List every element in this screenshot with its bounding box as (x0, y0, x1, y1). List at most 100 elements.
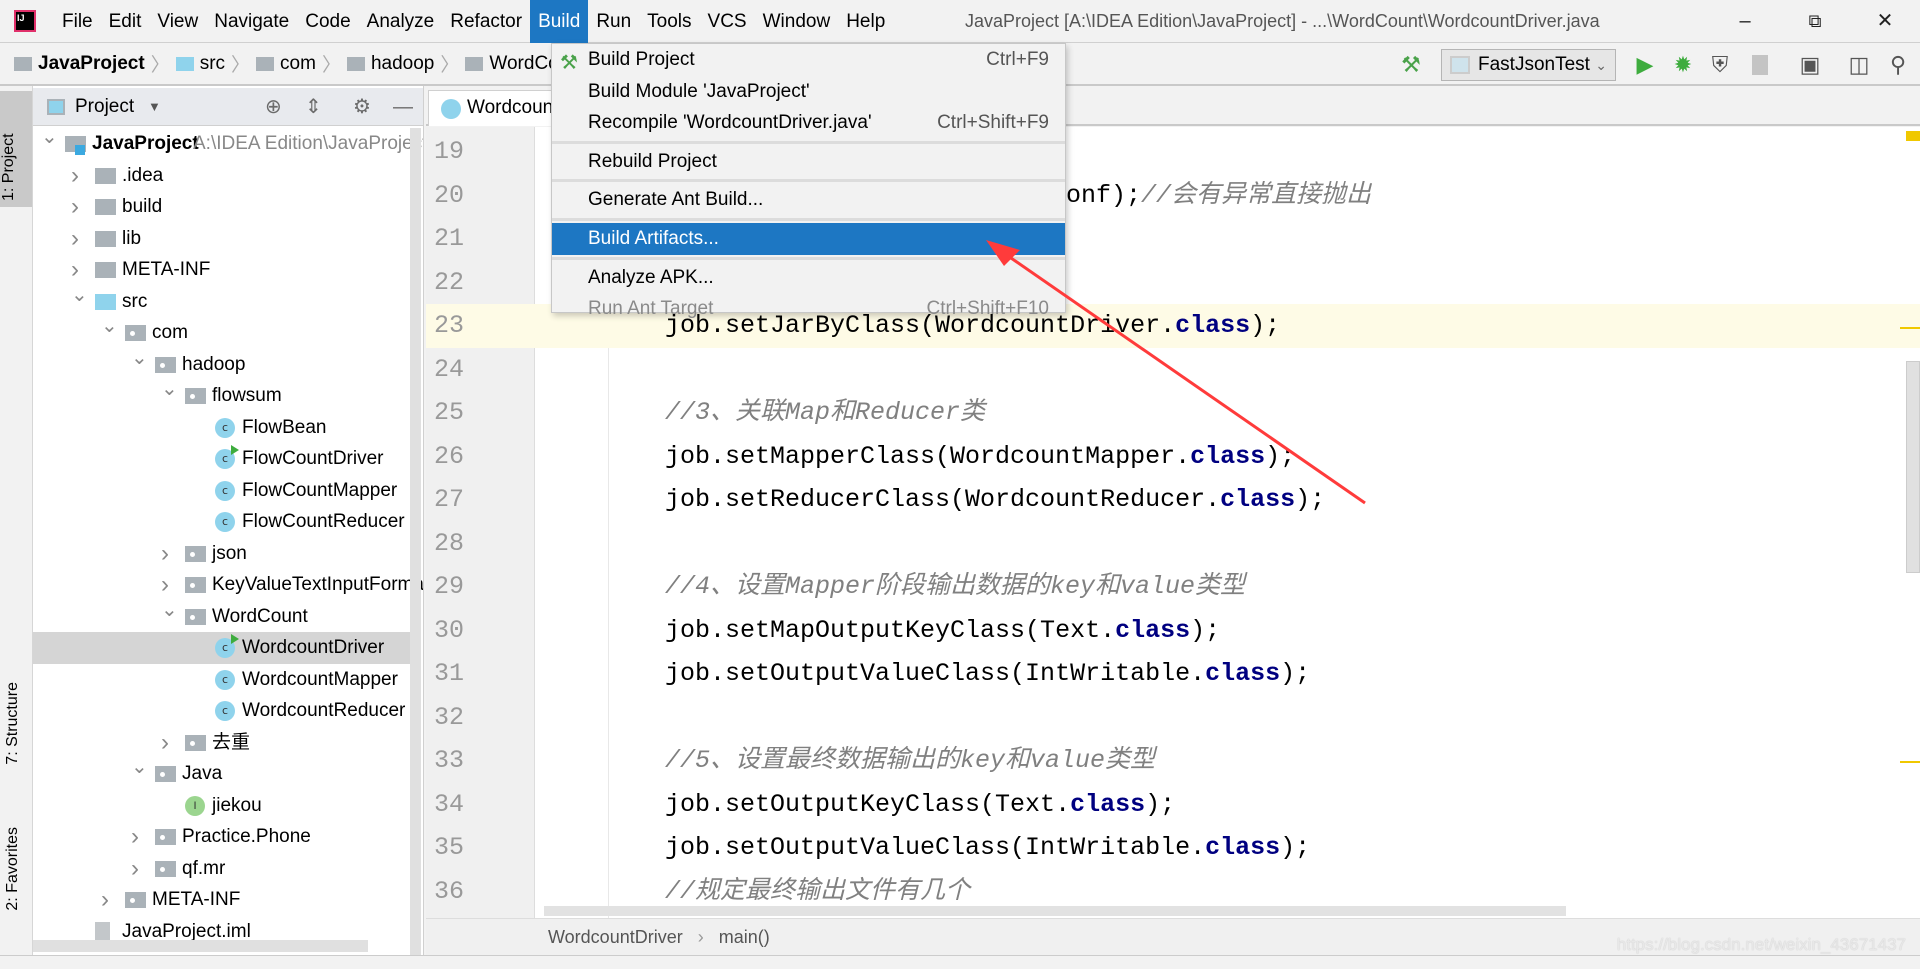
tree-item[interactable]: › qf.mr (33, 853, 413, 885)
chevron-right-icon[interactable]: › (161, 727, 169, 759)
tree-item[interactable]: Ijiekou (33, 790, 413, 822)
code-line[interactable]: 31 job.setOutputValueClass(IntWritable.cl… (426, 652, 1920, 696)
tree-item[interactable]: › .idea (33, 160, 413, 192)
tree-item[interactable]: ⌄ src (33, 284, 413, 318)
chevron-right-icon[interactable]: › (131, 853, 139, 885)
hide-panel-icon[interactable]: — (393, 88, 413, 126)
stop-icon[interactable] (1752, 55, 1768, 75)
chevron-down-icon[interactable]: ⌄ (131, 752, 148, 784)
menu-help[interactable]: Help (838, 0, 893, 43)
tree-item[interactable]: c FlowCountDriver (33, 443, 413, 475)
project-structure-icon[interactable]: ▣ (1795, 50, 1825, 80)
breadcrumb-item[interactable]: JavaProject 〉 (14, 50, 170, 77)
menu-navigate[interactable]: Navigate (206, 0, 297, 43)
menu-item-build-artifacts[interactable]: Build Artifacts... (552, 222, 1065, 255)
restore-button[interactable]: ⧉ (1785, 0, 1845, 43)
menu-build[interactable]: Build (530, 0, 589, 43)
code-line[interactable]: 27 job.setReducerClass(WordcountReducer.c… (426, 478, 1920, 522)
tree-item[interactable]: › META-INF (33, 254, 413, 286)
close-button[interactable]: ✕ (1855, 0, 1915, 43)
minimize-button[interactable]: – (1715, 0, 1775, 43)
tree-item[interactable]: ⌄ com (33, 315, 413, 349)
chevron-right-icon[interactable]: › (131, 821, 139, 853)
run-icon[interactable]: ▶ (1630, 50, 1660, 80)
search-icon[interactable]: ⚲ (1883, 50, 1913, 80)
chevron-down-icon[interactable]: ⌄ (71, 280, 88, 312)
favorites-tool-button[interactable]: 2: Favorites (4, 821, 22, 917)
tree-item[interactable]: › META-INF (33, 884, 413, 916)
coverage-icon[interactable]: ⛨ (1705, 50, 1735, 80)
menu-vcs[interactable]: VCS (700, 0, 755, 43)
warning-marker[interactable] (1906, 131, 1920, 141)
code-line[interactable]: 28 (426, 522, 1920, 566)
menu-refactor[interactable]: Refactor (442, 0, 530, 43)
chevron-down-icon[interactable]: ⌄ (161, 595, 178, 627)
chevron-down-icon[interactable]: ⌄ (161, 374, 178, 406)
chevron-right-icon[interactable]: › (101, 884, 109, 916)
terminal-icon[interactable]: ◫ (1844, 50, 1874, 80)
warning-stripe[interactable] (1900, 761, 1920, 763)
menu-analyze[interactable]: Analyze (359, 0, 443, 43)
locate-target-icon[interactable]: ⊕ (265, 88, 282, 126)
menu-code[interactable]: Code (297, 0, 358, 43)
tree-item[interactable]: ⌄ Java (33, 756, 413, 790)
tree-item[interactable]: ⌄ WordCount (33, 599, 413, 633)
breadcrumb-item[interactable]: hadoop 〉 (346, 50, 459, 77)
menu-item-analyze-apk[interactable]: Analyze APK... (552, 262, 1065, 294)
tree-item[interactable]: ⌄ flowsum (33, 378, 413, 412)
structure-tool-button[interactable]: 7: Structure (4, 676, 22, 771)
menu-view[interactable]: View (149, 0, 206, 43)
editor-horizontal-scrollbar[interactable] (544, 906, 1566, 916)
chevron-right-icon[interactable]: › (71, 223, 79, 255)
tree-item[interactable]: c FlowCountMapper (33, 475, 413, 507)
code-line[interactable]: 33 //5、设置最终数据输出的key和value类型 (426, 739, 1920, 783)
menu-item-recompile-wordcountdriver-java[interactable]: Recompile 'WordcountDriver.java' Ctrl+Shi… (552, 107, 1065, 139)
tree-item[interactable]: c WordcountDriver (33, 632, 413, 664)
tree-horizontal-scrollbar[interactable] (33, 940, 368, 952)
code-line[interactable]: 24 (426, 348, 1920, 392)
breadcrumb-item[interactable]: src 〉 (175, 50, 250, 77)
menu-tools[interactable]: Tools (639, 0, 699, 43)
menu-item-generate-ant-build[interactable]: Generate Ant Build... (552, 184, 1065, 216)
code-line[interactable]: 35 job.setOutputValueClass(IntWritable.cl… (426, 826, 1920, 870)
tree-item[interactable]: c FlowBean (33, 412, 413, 444)
code-line[interactable]: 25 //3、关联Map和Reducer类 (426, 391, 1920, 435)
tree-item[interactable]: › Practice.Phone (33, 821, 413, 853)
tree-item[interactable]: ⌄ hadoop (33, 347, 413, 381)
tree-item[interactable]: c WordcountReducer (33, 695, 413, 727)
breadcrumb-method[interactable]: main() (719, 927, 770, 947)
chevron-right-icon[interactable]: › (71, 191, 79, 223)
project-view-select[interactable]: Project (75, 88, 134, 126)
code-line[interactable]: 29 //4、设置Mapper阶段输出数据的key和value类型 (426, 565, 1920, 609)
code-line[interactable]: 26 job.setMapperClass(WordcountMapper.cla… (426, 435, 1920, 479)
tree-vertical-scrollbar[interactable] (410, 128, 421, 955)
gear-icon[interactable]: ⚙ (353, 88, 371, 126)
code-line[interactable]: 32 (426, 696, 1920, 740)
menu-item-build-module-javaproject[interactable]: Build Module 'JavaProject' (552, 76, 1065, 108)
tree-item[interactable]: c WordcountMapper (33, 664, 413, 696)
tree-item[interactable]: › lib (33, 223, 413, 255)
chevron-right-icon[interactable]: › (71, 160, 79, 192)
build-hammer-icon[interactable]: ⚒ (1396, 50, 1426, 80)
tree-item[interactable]: › json (33, 538, 413, 570)
collapse-all-icon[interactable]: ⇕ (305, 88, 322, 126)
tree-item[interactable]: c FlowCountReducer (33, 506, 413, 538)
breadcrumb-item[interactable]: com 〉 (256, 50, 341, 77)
tree-item[interactable]: › KeyValueTextInputForma (33, 569, 423, 601)
tree-item[interactable]: › build (33, 191, 413, 223)
menu-item-rebuild-project[interactable]: Rebuild Project (552, 146, 1065, 178)
code-line[interactable]: 34 job.setOutputKeyClass(Text.class); (426, 783, 1920, 827)
tree-item[interactable]: ⌄ JavaProject A:\IDEA Edition\JavaProject (33, 126, 423, 160)
chevron-down-icon[interactable]: ⌄ (41, 122, 58, 154)
menu-window[interactable]: Window (755, 0, 839, 43)
run-config-select[interactable]: FastJsonTest ⌄ (1441, 49, 1616, 81)
project-tool-button[interactable]: 1: Project (0, 91, 32, 207)
debug-icon[interactable]: ✹ (1668, 50, 1698, 80)
menu-file[interactable]: File (54, 0, 101, 43)
menu-run[interactable]: Run (588, 0, 639, 43)
menu-item-build-project[interactable]: ⚒ Build Project Ctrl+F9 (552, 44, 1065, 76)
editor-vertical-scrollbar[interactable] (1906, 361, 1920, 573)
tree-item[interactable]: › 去重 (33, 727, 413, 759)
chevron-down-icon[interactable]: ⌄ (101, 311, 118, 343)
menu-edit[interactable]: Edit (101, 0, 150, 43)
